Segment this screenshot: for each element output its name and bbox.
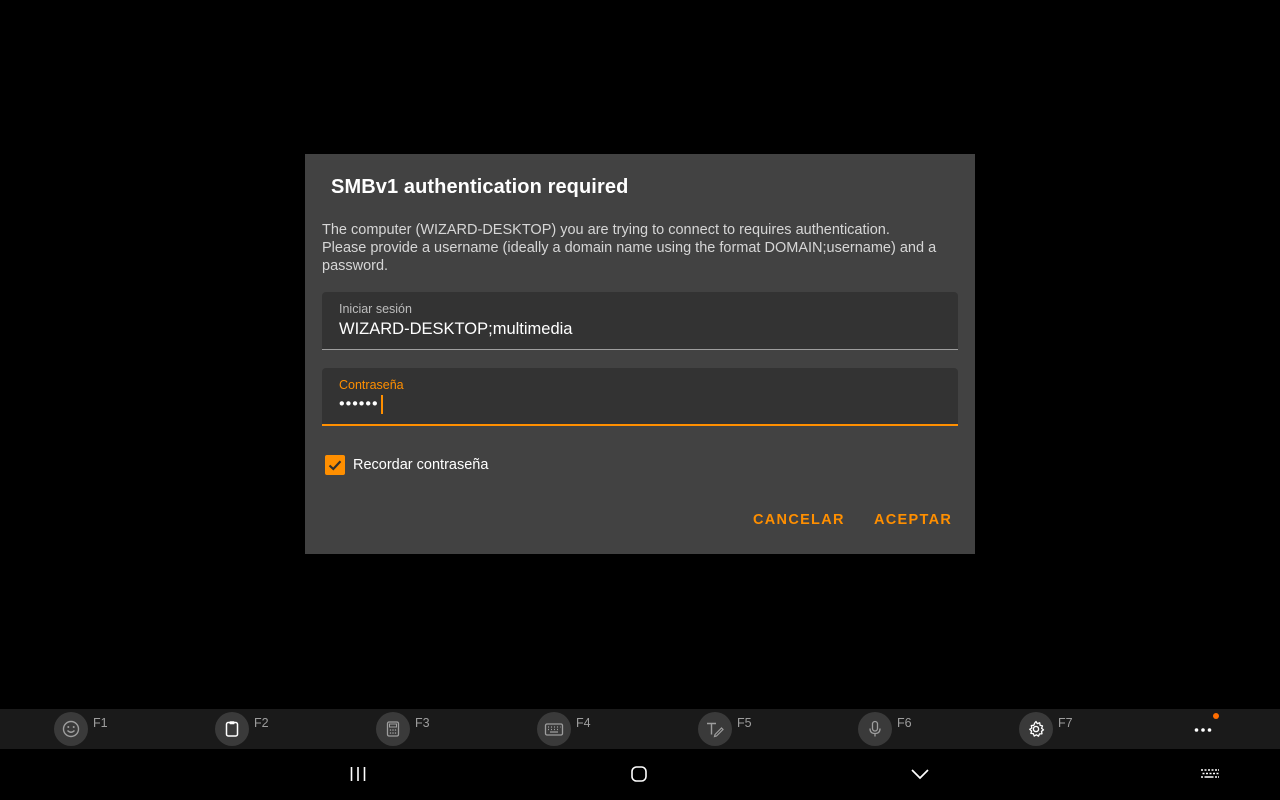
username-label: Iniciar sesión [339, 302, 412, 316]
back-button[interactable] [907, 762, 933, 786]
fkey-label: F7 [1058, 716, 1073, 730]
keyboard-switch-button[interactable] [1198, 762, 1222, 786]
recent-apps-icon [350, 767, 366, 781]
emoji-icon [62, 720, 80, 738]
back-chevron-icon [911, 769, 929, 780]
more-dots-icon [1194, 728, 1212, 732]
fkey-f4[interactable]: F4 [537, 712, 591, 746]
fkey-label: F2 [254, 716, 269, 730]
username-value: WIZARD-DESKTOP;multimedia [339, 320, 573, 338]
remember-password-label: Recordar contraseña [353, 457, 489, 473]
handwriting-icon [707, 722, 724, 738]
keyboard-switch-icon [1201, 769, 1219, 778]
fkey-label: F3 [415, 716, 430, 730]
more-options-button[interactable] [1192, 721, 1216, 739]
gear-icon [1029, 720, 1045, 737]
smb-auth-dialog: SMBv1 authentication required The comput… [305, 154, 975, 554]
password-field[interactable]: Contraseña •••••• [322, 368, 958, 426]
accept-button[interactable]: ACEPTAR [866, 506, 960, 534]
keypad-icon [386, 721, 400, 737]
microphone-icon [869, 720, 881, 737]
fkey-f5[interactable]: F5 [698, 712, 752, 746]
dialog-title: SMBv1 authentication required [331, 176, 629, 198]
fkey-label: F6 [897, 716, 912, 730]
dialog-message-line: password. [322, 258, 389, 274]
fkey-f6[interactable]: F6 [858, 712, 912, 746]
dialog-message-line: Please provide a username (ideally a dom… [322, 240, 937, 256]
password-value: •••••• [339, 395, 383, 414]
fkey-f3[interactable]: F3 [376, 712, 430, 746]
fkey-f2[interactable]: F2 [215, 712, 269, 746]
cancel-button[interactable]: CANCELAR [745, 506, 853, 534]
fkey-label: F1 [93, 716, 108, 730]
remember-password-row[interactable]: Recordar contraseña [325, 454, 488, 476]
home-icon [631, 766, 647, 782]
fkey-f1[interactable]: F1 [54, 712, 108, 746]
clipboard-icon [225, 721, 239, 737]
username-field[interactable]: Iniciar sesión WIZARD-DESKTOP;multimedia [322, 292, 958, 350]
fkey-label: F5 [737, 716, 752, 730]
home-button[interactable] [627, 762, 651, 786]
password-label: Contraseña [339, 378, 404, 392]
checkmark-icon [328, 460, 342, 471]
function-key-bar: F1 F2 F3 F4 F5 F6 F7 [0, 709, 1280, 749]
keyboard-icon [544, 723, 564, 736]
fkey-f7[interactable]: F7 [1019, 712, 1073, 746]
system-navigation-bar [0, 749, 1280, 800]
fkey-label: F4 [576, 716, 591, 730]
dialog-message: The computer (WIZARD-DESKTOP) you are tr… [322, 221, 962, 275]
notification-dot [1213, 713, 1219, 719]
dialog-message-line: The computer (WIZARD-DESKTOP) you are tr… [322, 222, 890, 238]
recent-apps-button[interactable] [346, 762, 370, 786]
remember-password-checkbox[interactable] [325, 455, 345, 475]
